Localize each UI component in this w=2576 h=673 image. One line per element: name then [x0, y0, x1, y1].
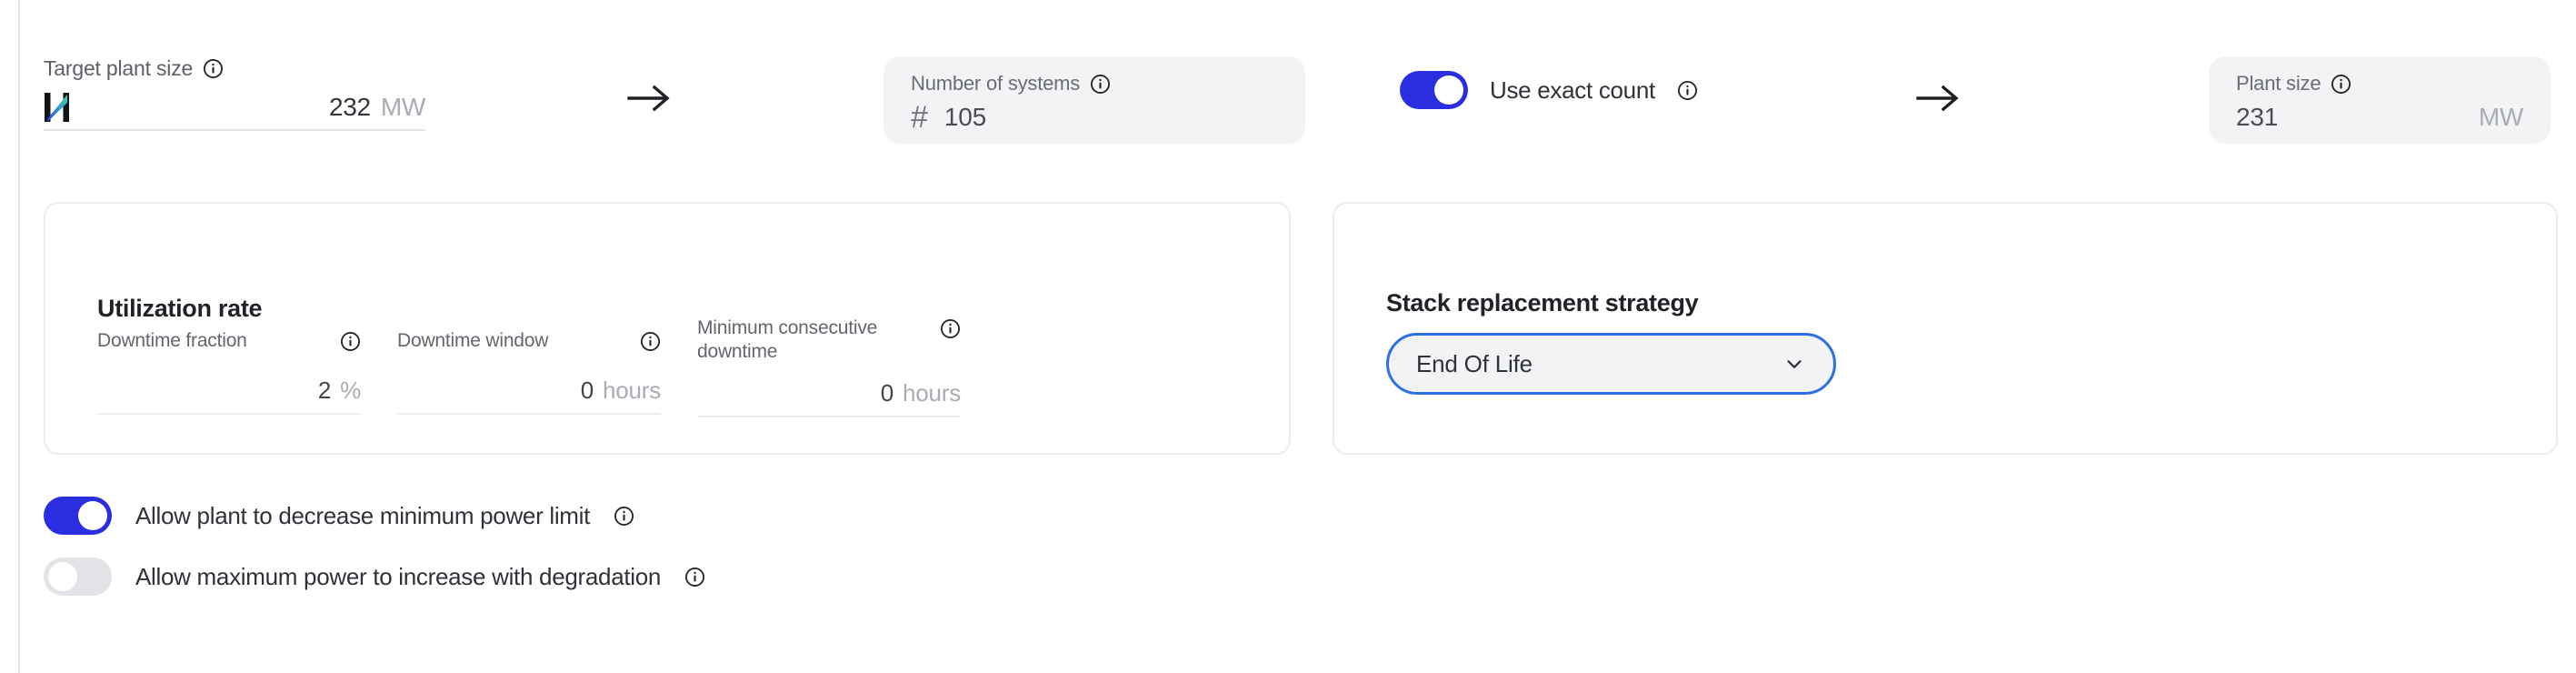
info-icon[interactable]: [1090, 74, 1111, 95]
minimum-consecutive-downtime-input[interactable]: 0 hours: [697, 379, 961, 418]
utilization-rate-title: Utilization rate: [97, 295, 263, 322]
allow-max-power-increase-degradation-label: Allow maximum power to increase with deg…: [135, 562, 662, 590]
plant-size-value-row: 231 MW: [2236, 98, 2523, 136]
downtime-fraction-unit: %: [340, 377, 361, 404]
downtime-fraction-label-row: Downtime fraction: [97, 329, 361, 353]
target-plant-size-label: Target plant size: [44, 55, 194, 80]
hash-icon: #: [911, 100, 928, 135]
use-exact-count-toggle[interactable]: [1400, 71, 1468, 109]
target-plant-size-unit: MW: [380, 93, 425, 121]
downtime-fraction-label: Downtime fraction: [97, 330, 247, 351]
utilization-rate-card: Utilization rate Downtime fraction 2 % D…: [44, 202, 1291, 455]
bottom-toggle-list: Allow plant to decrease minimum power li…: [44, 497, 705, 618]
target-plant-size-value: 232: [329, 93, 371, 121]
downtime-window-label: Downtime window: [397, 330, 549, 351]
arrow-right-icon: [620, 71, 680, 126]
info-icon[interactable]: [614, 506, 634, 527]
plant-sizing-row: Target plant size 232 MW Number of syste…: [0, 0, 2576, 182]
stack-replacement-strategy-value: End Of Life: [1416, 349, 1533, 377]
minimum-consecutive-downtime-field[interactable]: Minimum consecutive downtime 0 hours: [697, 316, 961, 418]
info-icon[interactable]: [2331, 74, 2351, 95]
minimum-consecutive-downtime-unit: hours: [902, 379, 961, 407]
downtime-window-input[interactable]: 0 hours: [397, 377, 661, 415]
arrow-right-icon: [1909, 71, 1969, 126]
allow-plant-decrease-min-power-row[interactable]: Allow plant to decrease minimum power li…: [44, 497, 705, 535]
allow-plant-decrease-min-power-toggle[interactable]: [44, 497, 112, 535]
downtime-window-unit: hours: [602, 377, 661, 404]
downtime-fraction-input[interactable]: 2 %: [97, 377, 361, 415]
stack-replacement-strategy-title: Stack replacement strategy: [1386, 289, 1699, 316]
allow-max-power-increase-degradation-toggle[interactable]: [44, 557, 112, 596]
minimum-consecutive-downtime-label: Minimum consecutive downtime: [697, 317, 878, 362]
number-of-systems-label: Number of systems: [911, 72, 1081, 95]
h-logo-icon: [45, 93, 69, 122]
number-of-systems-value: 105: [944, 103, 987, 131]
plant-size-label: Plant size: [2236, 72, 2321, 95]
info-icon[interactable]: [1677, 80, 1698, 101]
downtime-fraction-field[interactable]: Downtime fraction 2 %: [97, 329, 361, 415]
plant-size-value: 231: [2236, 103, 2279, 131]
plant-size-label-row: Plant size: [2236, 72, 2523, 95]
stack-replacement-strategy-card: Stack replacement strategy End Of Life: [1333, 202, 2558, 455]
number-of-systems-label-row: Number of systems: [911, 72, 1278, 95]
target-plant-size-field[interactable]: Target plant size 232 MW: [44, 56, 425, 131]
toggle-knob: [78, 501, 107, 530]
number-of-systems-field[interactable]: Number of systems # 105: [884, 56, 1305, 144]
use-exact-count-row[interactable]: Use exact count: [1400, 71, 1698, 109]
allow-plant-decrease-min-power-label: Allow plant to decrease minimum power li…: [135, 501, 591, 529]
stack-replacement-strategy-select[interactable]: End Of Life: [1386, 333, 1836, 395]
minimum-consecutive-downtime-value: 0: [880, 379, 894, 407]
downtime-window-field[interactable]: Downtime window 0 hours: [397, 329, 661, 415]
number-of-systems-value-row[interactable]: # 105: [911, 98, 1278, 136]
toggle-knob: [48, 562, 77, 591]
target-plant-size-label-row: Target plant size: [44, 56, 425, 80]
use-exact-count-label: Use exact count: [1490, 75, 1655, 104]
downtime-window-label-row: Downtime window: [397, 329, 661, 353]
plant-size-unit: MW: [2478, 103, 2523, 131]
settings-panel: Target plant size 232 MW Number of syste…: [0, 0, 2576, 673]
info-icon[interactable]: [640, 331, 661, 352]
plant-size-field: Plant size 231 MW: [2209, 56, 2551, 144]
info-icon[interactable]: [340, 331, 361, 352]
toggle-knob: [1434, 75, 1463, 105]
allow-max-power-increase-degradation-row[interactable]: Allow maximum power to increase with deg…: [44, 557, 705, 596]
downtime-window-value: 0: [580, 377, 594, 404]
downtime-fraction-value: 2: [317, 377, 332, 404]
target-plant-size-input-row[interactable]: 232 MW: [44, 85, 425, 131]
info-icon[interactable]: [684, 567, 705, 588]
info-icon[interactable]: [940, 318, 961, 339]
info-icon[interactable]: [203, 58, 224, 79]
chevron-down-icon[interactable]: [1782, 352, 1806, 376]
minimum-consecutive-downtime-label-row: Minimum consecutive downtime: [697, 316, 961, 363]
